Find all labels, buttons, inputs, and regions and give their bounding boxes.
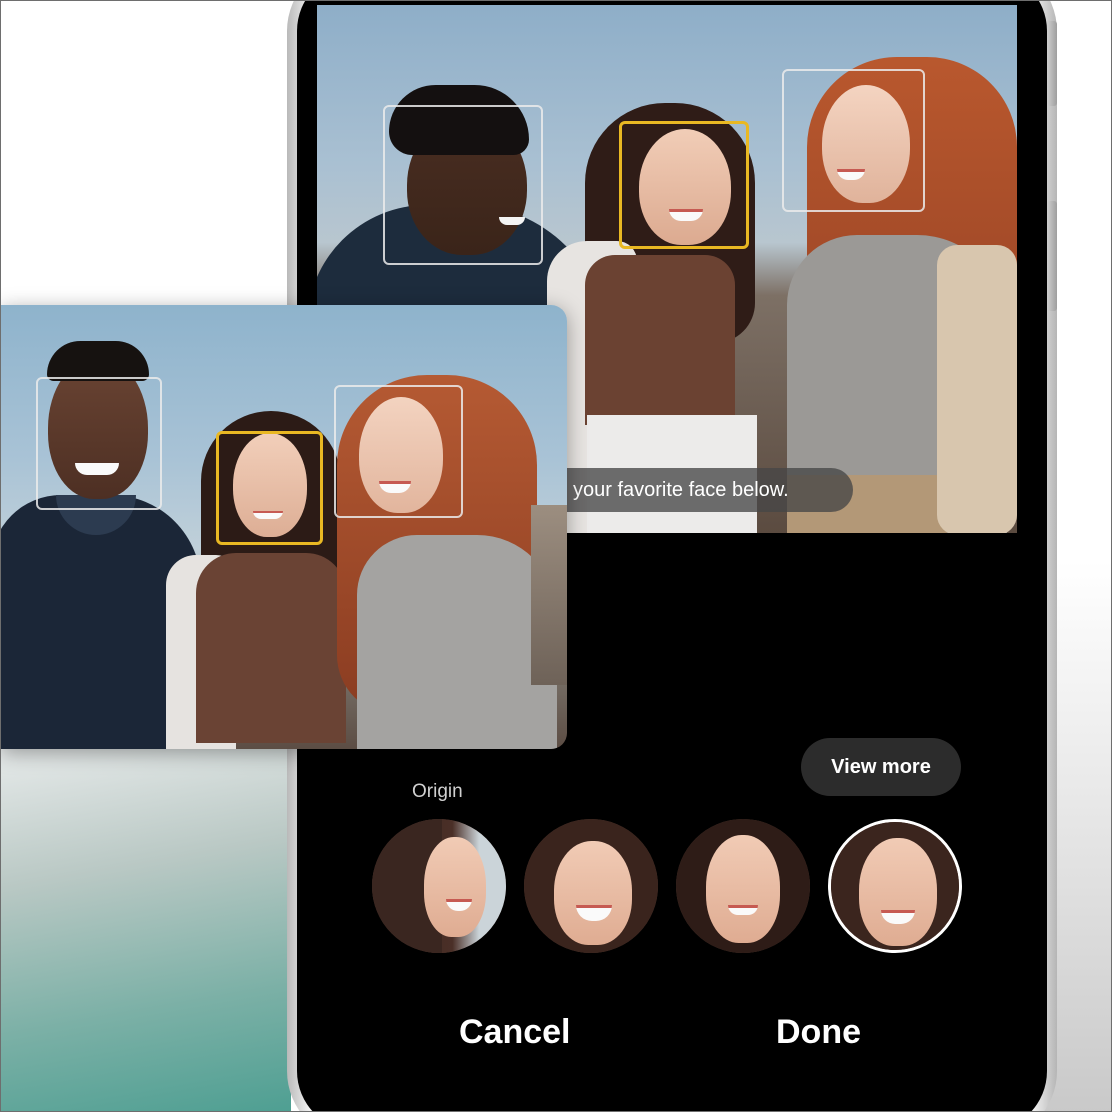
face-frame-selected[interactable]	[619, 121, 749, 249]
face-thumbnail-selected[interactable]	[828, 819, 962, 953]
done-button[interactable]: Done	[776, 1013, 861, 1052]
face-thumbnail-origin[interactable]	[372, 819, 506, 953]
view-more-button[interactable]: View more	[801, 738, 961, 796]
hint-text: your favorite face below.	[561, 468, 853, 512]
overlay-face-frame-right[interactable]	[334, 385, 463, 518]
phone-side-button	[1047, 21, 1057, 106]
face-thumbnail-3[interactable]	[676, 819, 810, 953]
page-frame: your favorite face below. View more Orig…	[0, 0, 1112, 1112]
cancel-button[interactable]: Cancel	[459, 1013, 571, 1052]
overlay-face-frame-left[interactable]	[36, 377, 162, 510]
face-frame-right[interactable]	[782, 69, 925, 212]
origin-label: Origin	[412, 781, 463, 802]
phone-side-button	[1047, 201, 1057, 311]
face-frame-left[interactable]	[383, 105, 543, 265]
overlay-face-frame-selected[interactable]	[216, 431, 323, 545]
background-gradient-left	[1, 741, 291, 1111]
face-thumbnail-2[interactable]	[524, 819, 658, 953]
